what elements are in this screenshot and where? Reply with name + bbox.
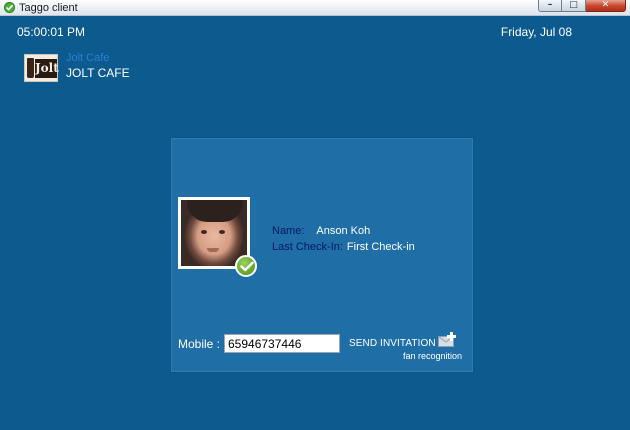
merchant-tag: Jolt Cafe [66, 52, 110, 64]
merchant-logo: Jolt [24, 54, 59, 82]
member-photo [181, 200, 247, 266]
verified-check-icon [235, 255, 257, 277]
merchant-name: JOLT CAFE [66, 66, 130, 80]
current-date: Friday, Jul 08 [500, 25, 572, 39]
send-invitation-button[interactable]: SEND INVITATION [349, 338, 436, 349]
name-label: Name: [272, 225, 305, 237]
coffee-cup-icon [27, 58, 34, 78]
maximize-icon: □ [569, 0, 578, 10]
member-card: Name: Anson Koh Last Check-In: First Check… [171, 138, 473, 372]
last-checkin-row: Last Check-In: First Check-in [272, 241, 415, 253]
mobile-label: Mobile : [178, 337, 221, 351]
last-checkin-value: First Check-in [346, 241, 415, 253]
taggo-client-window: Taggo client – □ ✕ 05:00:01 PM Friday, J… [0, 0, 630, 430]
title-bar[interactable]: Taggo client – □ ✕ [0, 0, 630, 16]
logo-wordmark: Jolt [35, 59, 59, 78]
name-value: Anson Koh [316, 225, 371, 237]
window-controls: – □ ✕ [538, 0, 626, 12]
mobile-number-input[interactable] [224, 334, 340, 353]
window-title: Taggo client [19, 2, 78, 14]
app-check-icon [4, 2, 15, 13]
clock-time: 05:00:01 PM [17, 25, 86, 39]
member-name-row: Name: Anson Koh [272, 225, 370, 237]
close-button[interactable]: ✕ [586, 0, 626, 12]
envelope-plus-icon[interactable] [438, 332, 458, 348]
minimize-icon: – [547, 0, 553, 10]
last-checkin-label: Last Check-In: [272, 241, 343, 253]
close-icon: ✕ [601, 0, 610, 10]
minimize-button[interactable]: – [538, 0, 562, 12]
fan-recognition-label: fan recognition [403, 351, 463, 361]
maximize-button[interactable]: □ [562, 0, 586, 12]
